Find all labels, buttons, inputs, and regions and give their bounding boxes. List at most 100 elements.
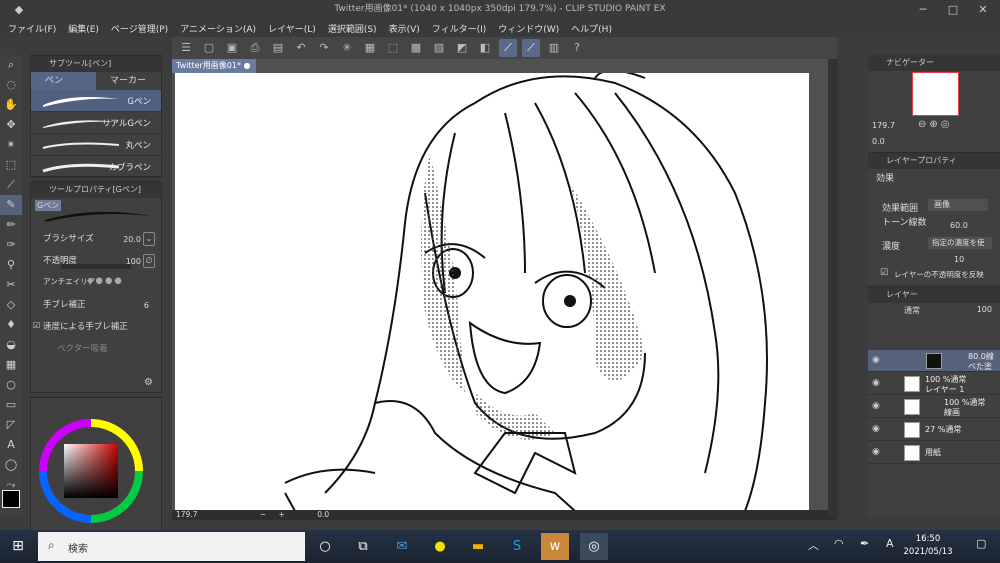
- network-icon[interactable]: ◠: [834, 537, 844, 550]
- density-select[interactable]: 指定の濃度を使: [928, 237, 992, 249]
- document-tab[interactable]: Twitter用画像01* ●: [172, 59, 256, 73]
- eye-icon[interactable]: ◉: [872, 447, 880, 457]
- menu-help[interactable]: ヘルプ(H): [571, 22, 612, 35]
- app-w-icon[interactable]: w: [541, 533, 569, 560]
- eyedropper-icon[interactable]: ⟋: [0, 175, 22, 195]
- snap-grid-icon[interactable]: ▥: [545, 39, 563, 57]
- pen-tool-icon[interactable]: ✎: [0, 195, 22, 215]
- snap-ruler-icon[interactable]: ⟋: [499, 39, 517, 57]
- magic-wand-icon[interactable]: ✴: [0, 135, 22, 155]
- fill-tool-icon[interactable]: ◒: [0, 335, 22, 355]
- menu-selection[interactable]: 選択範囲(S): [328, 22, 377, 35]
- zoom-in-button[interactable]: +: [279, 510, 285, 519]
- opacity-reflect-checkbox[interactable]: ☑: [880, 268, 888, 278]
- layer-row[interactable]: ◉ 100 %通常 線画: [868, 396, 1000, 418]
- balloon-icon[interactable]: ◯: [0, 455, 22, 475]
- snap-special-icon[interactable]: ⟋: [522, 39, 540, 57]
- tone-lines-value[interactable]: 60.0: [950, 221, 968, 230]
- menu-page[interactable]: ページ管理(P): [111, 22, 168, 35]
- brush-item[interactable]: Gペン: [31, 90, 161, 112]
- redo-icon[interactable]: ↷: [315, 39, 333, 57]
- drawing-canvas[interactable]: [175, 73, 809, 511]
- opacity-value[interactable]: 100: [126, 257, 141, 266]
- system-clock[interactable]: 16:50 2021/05/13: [890, 533, 966, 561]
- menu-layer[interactable]: レイヤー(L): [268, 22, 316, 35]
- new-file-icon[interactable]: ▢: [200, 39, 218, 57]
- layer-row[interactable]: ◉ 80.0線 ベた塗: [868, 350, 1000, 372]
- brush-tool-icon[interactable]: ✑: [0, 235, 22, 255]
- eye-icon[interactable]: ◉: [872, 355, 880, 365]
- brush-size-dropdown[interactable]: ⌄: [143, 232, 155, 246]
- maximize-button[interactable]: □: [938, 0, 968, 19]
- nav-zoom-controls[interactable]: ⊖⊕◎: [918, 119, 952, 130]
- cortana-icon[interactable]: ○: [311, 533, 339, 560]
- save-icon[interactable]: ▣: [223, 39, 241, 57]
- help-icon[interactable]: ?: [568, 39, 586, 57]
- eye-icon[interactable]: ◉: [872, 401, 880, 411]
- menu-icon[interactable]: ☰: [177, 39, 195, 57]
- app-yellow-icon[interactable]: ●: [426, 533, 454, 560]
- menu-view[interactable]: 表示(V): [389, 22, 420, 35]
- pen-icon[interactable]: ✒: [860, 537, 869, 550]
- layer-row[interactable]: ◉ 用紙: [868, 442, 1000, 464]
- speed-stabilization-checkbox[interactable]: ☑: [33, 321, 40, 330]
- menu-animation[interactable]: アニメーション(A): [180, 22, 256, 35]
- tab-pen[interactable]: ペン: [31, 72, 96, 90]
- gradient-icon[interactable]: ▦: [0, 355, 22, 375]
- figure-icon[interactable]: ○: [0, 375, 22, 395]
- undo-icon[interactable]: ↶: [292, 39, 310, 57]
- nav-angle-value[interactable]: 0.0: [872, 137, 885, 146]
- menu-file[interactable]: ファイル(F): [8, 22, 56, 35]
- menu-window[interactable]: ウィンドウ(W): [498, 22, 559, 35]
- menu-edit[interactable]: 編集(E): [68, 22, 99, 35]
- close-tab-icon[interactable]: ●: [244, 61, 251, 70]
- layer-row[interactable]: ◉ 27 %通常: [868, 419, 1000, 441]
- notification-icon[interactable]: ▢: [976, 537, 986, 550]
- density-number[interactable]: 10: [954, 255, 964, 264]
- move-tool-icon[interactable]: ✥: [0, 115, 22, 135]
- navigator-thumbnail[interactable]: [912, 72, 959, 116]
- tray-chevron-icon[interactable]: ︿: [808, 537, 819, 553]
- mask-icon[interactable]: ◧: [476, 39, 494, 57]
- angle-value[interactable]: 0.0: [317, 510, 329, 519]
- fill-icon[interactable]: ◩: [453, 39, 471, 57]
- zoom-out-button[interactable]: −: [260, 510, 266, 519]
- color-wheel[interactable]: [31, 398, 163, 530]
- mail-icon[interactable]: ✉: [388, 533, 416, 560]
- tab-marker[interactable]: マーカー: [96, 72, 161, 90]
- nav-zoom-value[interactable]: 179.7: [872, 121, 895, 130]
- brush-item[interactable]: リアルGペン: [31, 112, 161, 134]
- stabilization-value[interactable]: 6: [144, 301, 149, 310]
- menu-filter[interactable]: フィルター(I): [432, 22, 487, 35]
- explorer-icon[interactable]: ▬: [464, 533, 492, 560]
- blend-tool-icon[interactable]: ♦: [0, 315, 22, 335]
- brush-item[interactable]: カブラペン: [31, 156, 161, 178]
- zoom-value[interactable]: 179.7: [176, 510, 197, 519]
- layer-row[interactable]: ◉ 100 %通常 レイヤー 1: [868, 373, 1000, 395]
- eye-icon[interactable]: ◉: [872, 424, 880, 434]
- clear-icon[interactable]: ▦: [361, 39, 379, 57]
- selection-tool-icon[interactable]: ⬚: [0, 155, 22, 175]
- opacity-slider[interactable]: [61, 264, 131, 269]
- snap-icon[interactable]: ✳: [338, 39, 356, 57]
- blend-mode-select[interactable]: 通常: [904, 305, 920, 316]
- effect-range-select[interactable]: 画像: [928, 199, 988, 211]
- skype-icon[interactable]: S: [503, 533, 531, 560]
- antialias-options[interactable]: ◆●●●: [87, 276, 124, 286]
- eraser-icon[interactable]: ◇: [0, 295, 22, 315]
- tool-settings-icon[interactable]: ⚙: [144, 377, 153, 388]
- print-icon[interactable]: ▤: [269, 39, 287, 57]
- windows-start-icon[interactable]: ⊞: [0, 530, 36, 563]
- opacity-toggle[interactable]: ∅: [143, 254, 155, 268]
- main-color-swatch[interactable]: [2, 490, 20, 508]
- ruler-icon[interactable]: ▨: [430, 39, 448, 57]
- export-icon[interactable]: ⎙: [246, 39, 264, 57]
- close-button[interactable]: ✕: [968, 0, 998, 19]
- zoom-tool-icon[interactable]: ⌕: [0, 55, 22, 75]
- ruler-tool-icon[interactable]: ◸: [0, 415, 22, 435]
- pencil-tool-icon[interactable]: ✏: [0, 215, 22, 235]
- airbrush-icon[interactable]: ⚲: [0, 255, 22, 275]
- text-tool-icon[interactable]: A: [0, 435, 22, 455]
- brush-item[interactable]: 丸ペン: [31, 134, 161, 156]
- task-view-icon[interactable]: ⧉: [349, 533, 377, 560]
